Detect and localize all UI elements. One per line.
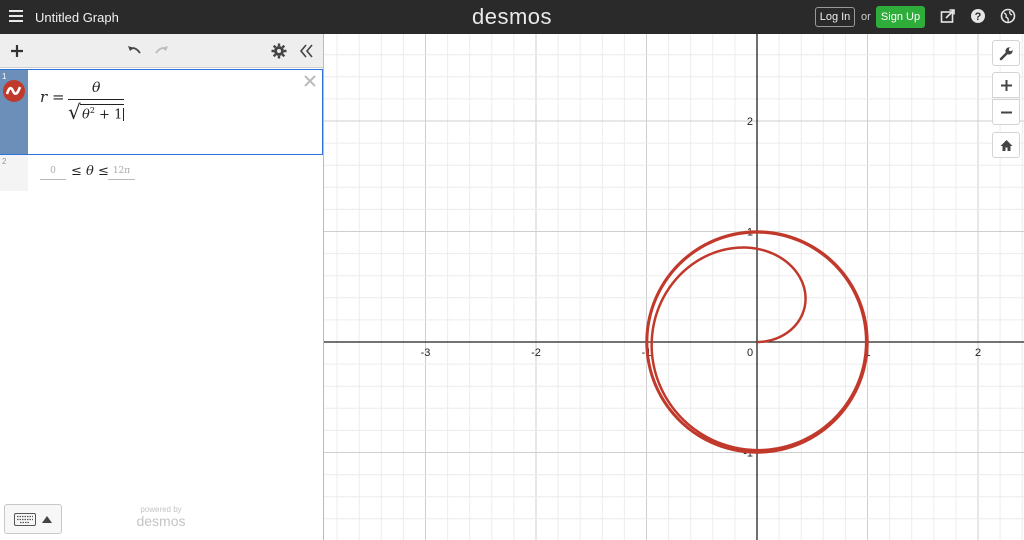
sqrt-icon: √ (68, 100, 81, 124)
x-tick-label: 2 (975, 347, 981, 359)
top-bar: Untitled Graph desmos Log In or Sign Up … (0, 0, 1024, 34)
keyboard-toggle-button[interactable] (4, 504, 62, 534)
equation-lhs: r = (40, 88, 65, 106)
home-icon (1000, 140, 1013, 151)
expression-panel: 1 r = θ √ θ2 + 1 0 ≤ θ ≤ 12π 2 powered b… (0, 34, 324, 540)
x-tick-label: 0 (747, 347, 753, 359)
y-tick-label: 2 (747, 116, 753, 128)
help-icon[interactable]: ? (970, 8, 986, 24)
undo-icon[interactable] (126, 43, 142, 59)
denominator-base: θ (82, 107, 90, 123)
collapse-icon[interactable] (298, 43, 314, 59)
fraction-denominator: θ2 + 1 (82, 106, 125, 123)
add-icon[interactable] (9, 43, 25, 59)
settings-icon[interactable] (271, 43, 287, 59)
signup-button[interactable]: Sign Up (876, 6, 925, 28)
login-button[interactable]: Log In (815, 7, 855, 27)
curve-color-icon[interactable] (3, 80, 25, 102)
zoom-out-icon (1001, 111, 1012, 114)
globe-icon[interactable] (1000, 8, 1016, 24)
sqrt-bar (80, 104, 124, 105)
graph-settings-button[interactable] (992, 40, 1020, 66)
powered-by-desmos[interactable]: powered by desmos (101, 505, 221, 529)
zoom-out-button[interactable] (992, 99, 1020, 125)
expression-number: 2 (2, 157, 7, 166)
expression-row-1[interactable]: 1 r = θ √ θ2 + 1 0 ≤ θ ≤ 12π (0, 69, 323, 180)
wrench-icon (999, 47, 1013, 61)
or-label: or (861, 11, 871, 23)
denominator-rest: + 1 (94, 107, 123, 123)
close-icon[interactable] (303, 74, 317, 88)
keyboard-icon (14, 513, 36, 526)
zoom-in-button[interactable] (992, 72, 1020, 98)
expression-row-2[interactable]: 2 (0, 155, 323, 191)
fraction-numerator: θ (92, 80, 101, 96)
redo-icon[interactable] (154, 43, 170, 59)
graph-svg[interactable]: -3 -2 -1 0 1 221-1 (324, 32, 1024, 540)
x-tick-label: -2 (531, 347, 541, 359)
default-view-button[interactable] (992, 132, 1020, 158)
expression-toolbar (0, 34, 323, 68)
menu-icon[interactable] (9, 10, 23, 22)
svg-text:?: ? (975, 11, 982, 23)
x-tick-label: -3 (421, 347, 431, 359)
graph-title[interactable]: Untitled Graph (35, 10, 119, 25)
caret-up-icon (42, 516, 52, 523)
graph-canvas[interactable]: -3 -2 -1 0 1 2 2 1 -1 (324, 32, 1024, 540)
powered-by-logo: desmos (136, 513, 186, 529)
text-cursor (123, 108, 125, 122)
share-icon[interactable] (940, 8, 956, 24)
zoom-in-icon (1001, 80, 1012, 91)
expression-gutter: 2 (0, 155, 28, 191)
expression-gutter: 1 (0, 70, 28, 154)
